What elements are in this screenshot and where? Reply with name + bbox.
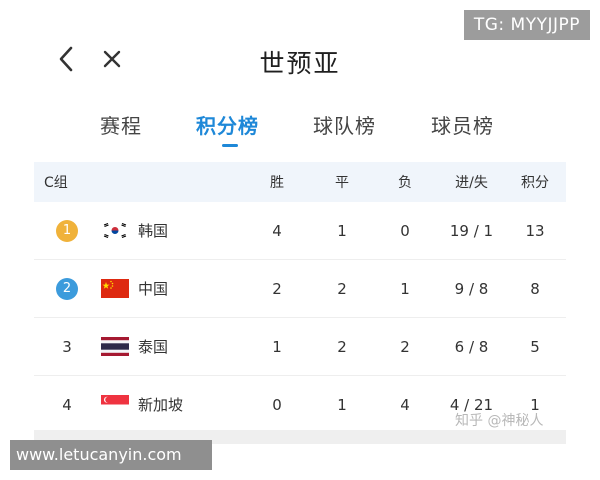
thailand-flag-icon	[100, 318, 130, 375]
korea-flag-icon	[100, 202, 130, 259]
wins-cell: 4	[272, 221, 282, 240]
col-points-header: 积分	[521, 175, 549, 191]
zhihu-watermark: 知乎 @神秘人	[455, 413, 544, 429]
rank-cell: 1	[52, 202, 82, 259]
losses-cell: 4	[400, 395, 410, 414]
page-title: 世预亚	[259, 49, 341, 78]
col-losses-header: 负	[398, 175, 412, 191]
rank-cell: 2	[52, 260, 82, 317]
col-goals-header: 进/失	[455, 175, 488, 191]
draws-cell: 1	[337, 221, 347, 240]
points-cell: 8	[530, 279, 540, 298]
wins-cell: 2	[272, 279, 282, 298]
losses-cell: 0	[400, 221, 410, 240]
team-name: 新加坡	[138, 396, 184, 414]
losses-cell: 1	[400, 279, 410, 298]
col-draws-header: 平	[335, 175, 349, 191]
table-row[interactable]: 3 泰国 1 2 2 6 / 8 5	[34, 318, 566, 376]
draws-cell: 1	[337, 395, 347, 414]
losses-cell: 2	[400, 337, 410, 356]
goals-cell: 9 / 8	[454, 279, 489, 298]
team-name: 泰国	[138, 338, 169, 356]
team-name: 韩国	[138, 222, 169, 240]
goals-cell: 6 / 8	[454, 337, 489, 356]
team-name: 中国	[138, 280, 169, 298]
table-row[interactable]: 1 韩国 4 1 0 19 / 1 13	[34, 202, 566, 260]
tab-player-rank[interactable]: 球员榜	[431, 110, 494, 139]
china-flag-icon	[100, 260, 130, 317]
table-row[interactable]: 2 中国 2 2 1 9 / 8 8	[34, 260, 566, 318]
watermark-bottom: www.letucanyin.com	[10, 440, 212, 470]
tab-team-rank[interactable]: 球队榜	[313, 110, 376, 139]
goals-cell: 19 / 1	[449, 221, 494, 240]
table-header: C组 胜 平 负 进/失 积分	[34, 162, 566, 202]
draws-cell: 2	[337, 279, 347, 298]
tab-schedule[interactable]: 赛程	[100, 110, 142, 139]
header-bar: 世预亚	[0, 36, 600, 86]
col-wins-header: 胜	[270, 175, 284, 191]
wins-cell: 1	[272, 337, 282, 356]
rank-cell: 4	[62, 395, 72, 414]
group-label: C组	[44, 175, 68, 191]
active-tab-indicator	[222, 144, 238, 147]
rank-badge-blue: 2	[56, 277, 78, 300]
draws-cell: 2	[337, 337, 347, 356]
rank-cell: 3	[62, 337, 72, 356]
standings-table: C组 胜 平 负 进/失 积分 1 韩国 4 1 0 19 / 1 13 2 中…	[34, 162, 566, 433]
singapore-flag-icon	[100, 376, 130, 433]
points-cell: 13	[525, 221, 545, 240]
rank-badge-gold: 1	[56, 219, 78, 242]
wins-cell: 0	[272, 395, 282, 414]
points-cell: 5	[530, 337, 540, 356]
tab-bar: 赛程 积分榜 球队榜 球员榜	[0, 110, 600, 160]
tab-standings[interactable]: 积分榜	[196, 110, 259, 139]
